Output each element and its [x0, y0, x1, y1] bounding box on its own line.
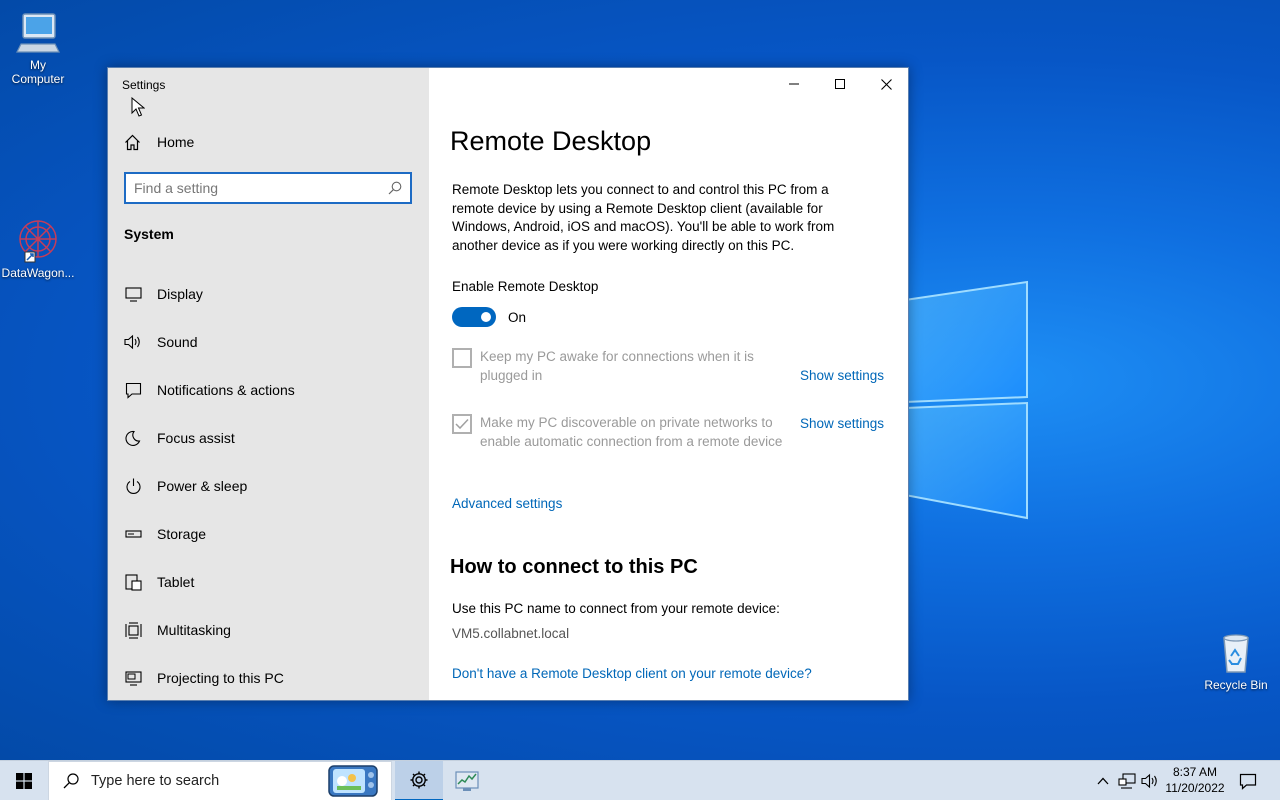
- checkmark-icon: [455, 418, 469, 430]
- keep-awake-checkbox[interactable]: [452, 348, 472, 368]
- how-to-connect-title: How to connect to this PC: [450, 556, 698, 578]
- desktop-icon-label: My Computer: [11, 58, 65, 86]
- sidebar-item-label: Tablet: [157, 574, 195, 590]
- speaker-icon: [124, 333, 142, 351]
- window-title: Settings: [122, 78, 166, 92]
- sidebar-item-display[interactable]: Display: [108, 270, 429, 318]
- search-icon: [63, 773, 79, 789]
- minimize-icon: [789, 83, 799, 85]
- taskbar-search-highlight[interactable]: [326, 761, 380, 800]
- sidebar-nav: Display Sound Notifications & actions Fo…: [108, 270, 429, 700]
- toggle-knob: [481, 312, 491, 322]
- windows-logo-wallpaper: [905, 280, 1028, 520]
- sidebar-item-label: Multitasking: [157, 622, 231, 638]
- task-manager-icon: [455, 771, 479, 791]
- maximize-button[interactable]: [817, 68, 863, 100]
- windows-start-icon: [16, 773, 32, 789]
- pc-name-value: VM5.collabnet.local: [452, 626, 570, 641]
- recycle-bin-icon: [1223, 634, 1249, 673]
- storage-icon: [124, 525, 142, 543]
- discoverable-label: Make my PC discoverable on private netwo…: [480, 415, 783, 449]
- sidebar-item-label: Power & sleep: [157, 478, 248, 494]
- start-button[interactable]: [0, 761, 48, 800]
- advanced-settings-link[interactable]: Advanced settings: [452, 496, 562, 511]
- keep-awake-label: Keep my PC awake for connections when it…: [480, 349, 754, 383]
- sidebar-item-label: Storage: [157, 526, 207, 542]
- sidebar-home[interactable]: Home: [124, 132, 194, 152]
- taskbar-clock[interactable]: 8:37 AM 11/20/2022: [1160, 764, 1230, 796]
- computer-icon: [16, 13, 60, 53]
- sidebar-item-focus-assist[interactable]: Focus assist: [108, 414, 429, 462]
- discoverable-show-settings-link[interactable]: Show settings: [800, 416, 884, 431]
- search-icon[interactable]: [388, 181, 402, 195]
- sidebar-home-label: Home: [157, 134, 195, 150]
- remote-desktop-description: Remote Desktop lets you connect to and c…: [452, 182, 835, 253]
- close-icon: [880, 78, 892, 90]
- clock-time: 8:37 AM: [1172, 765, 1218, 779]
- enable-remote-desktop-toggle[interactable]: [452, 307, 496, 327]
- chevron-up-icon: [1097, 777, 1109, 785]
- content-pane: Remote Desktop Remote Desktop lets you c…: [429, 68, 908, 700]
- discoverable-row: Make my PC discoverable on private netwo…: [452, 414, 792, 451]
- sidebar-item-notifications[interactable]: Notifications & actions: [108, 366, 429, 414]
- enable-remote-desktop-label: Enable Remote Desktop: [452, 279, 599, 294]
- datawagon-icon: [19, 220, 57, 263]
- sidebar: Settings Home System Display: [108, 68, 429, 700]
- toggle-state-label: On: [508, 309, 527, 325]
- multitasking-icon: [124, 621, 142, 639]
- show-hidden-icons-button[interactable]: [1093, 771, 1113, 791]
- keep-awake-row: Keep my PC awake for connections when it…: [452, 348, 792, 385]
- taskbar: Type here to search 8:37 AM 11/20/2022: [0, 760, 1280, 800]
- settings-window: Settings Home System Display: [107, 67, 909, 701]
- network-tray-button[interactable]: [1117, 771, 1137, 791]
- projecting-icon: [124, 669, 142, 687]
- power-icon: [124, 477, 142, 495]
- keep-awake-show-settings-link[interactable]: Show settings: [800, 368, 884, 383]
- desktop-icon-datawagon[interactable]: DataWagon...: [0, 214, 76, 280]
- action-center-button[interactable]: [1238, 771, 1258, 791]
- notification-icon: [1239, 773, 1257, 790]
- sidebar-item-power-sleep[interactable]: Power & sleep: [108, 462, 429, 510]
- taskbar-app-task-manager[interactable]: [443, 761, 491, 800]
- search-box: [124, 172, 412, 204]
- sidebar-item-storage[interactable]: Storage: [108, 510, 429, 558]
- sidebar-item-label: Display: [157, 286, 203, 302]
- sidebar-item-label: Notifications & actions: [157, 382, 295, 398]
- desktop-icon-my-computer[interactable]: My Computer: [0, 10, 76, 86]
- search-highlight-icon: [328, 765, 378, 797]
- sidebar-section-title: System: [124, 226, 174, 242]
- discoverable-checkbox[interactable]: [452, 414, 472, 434]
- sidebar-item-label: Focus assist: [157, 430, 235, 446]
- volume-tray-button[interactable]: [1140, 771, 1160, 791]
- tablet-icon: [124, 573, 142, 591]
- page-title: Remote Desktop: [450, 126, 652, 156]
- sidebar-item-label: Sound: [157, 334, 198, 350]
- sidebar-item-label: Projecting to this PC: [157, 670, 284, 686]
- speaker-icon: [1141, 773, 1157, 789]
- sidebar-item-sound[interactable]: Sound: [108, 318, 429, 366]
- connect-instructions: Use this PC name to connect from your re…: [452, 601, 780, 616]
- minimize-button[interactable]: [771, 68, 817, 100]
- display-icon: [124, 285, 142, 303]
- enable-remote-desktop-row: On: [452, 307, 526, 327]
- taskbar-app-settings[interactable]: [395, 761, 443, 800]
- desktop-icon-label: DataWagon...: [1, 266, 75, 280]
- mouse-cursor-icon: [131, 97, 145, 117]
- get-client-link[interactable]: Don't have a Remote Desktop client on yo…: [452, 666, 812, 681]
- sidebar-item-projecting[interactable]: Projecting to this PC: [108, 654, 429, 700]
- maximize-icon: [835, 79, 845, 89]
- close-button[interactable]: [863, 68, 908, 100]
- desktop-icon-recycle-bin[interactable]: Recycle Bin: [1198, 632, 1274, 692]
- sidebar-item-multitasking[interactable]: Multitasking: [108, 606, 429, 654]
- desktop-icon-label: Recycle Bin: [1204, 678, 1268, 692]
- sidebar-item-tablet[interactable]: Tablet: [108, 558, 429, 606]
- clock-date: 11/20/2022: [1165, 781, 1225, 795]
- home-icon: [125, 134, 140, 150]
- gear-icon: [410, 771, 428, 789]
- network-icon: [1118, 773, 1136, 789]
- search-input[interactable]: [134, 180, 388, 196]
- moon-icon: [124, 429, 142, 447]
- taskbar-search-placeholder: Type here to search: [91, 773, 220, 789]
- notification-icon: [124, 381, 142, 399]
